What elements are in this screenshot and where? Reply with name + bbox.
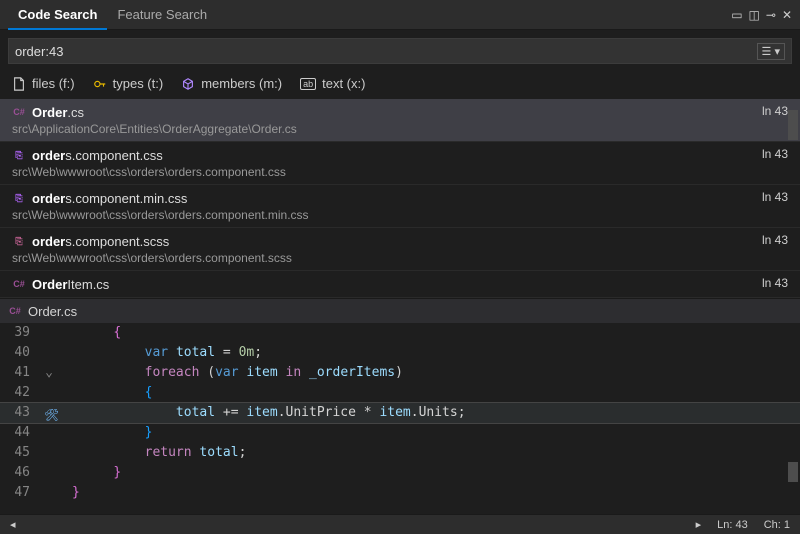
file-type-icon: C# — [12, 104, 26, 120]
lightbulb-icon[interactable]: 🛠 — [44, 405, 59, 425]
file-type-icon: ⎘ — [12, 147, 26, 163]
filter-files[interactable]: files (f:) — [12, 76, 75, 91]
result-filename: orders.component.min.css — [32, 191, 187, 206]
line-number: 43 — [0, 403, 40, 423]
result-path: src\Web\wwwroot\css\orders\orders.compon… — [12, 165, 286, 179]
code-line[interactable]: 39 { — [0, 323, 800, 343]
result-line: ln 43 — [762, 233, 788, 247]
code-line[interactable]: 45 return total; — [0, 443, 800, 463]
result-path: src\Web\wwwroot\css\orders\orders.compon… — [12, 251, 292, 265]
csharp-icon: C# — [8, 303, 22, 319]
result-filename: OrderItem.cs — [32, 277, 109, 292]
file-type-icon: C# — [12, 276, 26, 292]
result-item[interactable]: ⎘ orders.component.scss src\Web\wwwroot\cs… — [0, 228, 800, 271]
code-line[interactable]: 41⌄ foreach (var item in _orderItems) — [0, 363, 800, 383]
line-number: 45 — [0, 443, 40, 463]
code-line[interactable]: 47} — [0, 483, 800, 503]
line-number: 41 — [0, 363, 40, 383]
preview-header: C# Order.cs — [0, 298, 800, 323]
line-number: 39 — [0, 323, 40, 343]
line-number: 46 — [0, 463, 40, 483]
scroll-left-icon[interactable]: ◂ — [10, 518, 16, 531]
code-line[interactable]: 40 var total = 0m; — [0, 343, 800, 363]
tab-feature-search[interactable]: Feature Search — [107, 1, 217, 28]
code-preview[interactable]: 39 {40 var total = 0m;41⌄ foreach (var i… — [0, 323, 800, 503]
line-number: 42 — [0, 383, 40, 403]
result-item[interactable]: C# OrderItem.cs ln 43 — [0, 271, 800, 298]
code-line[interactable]: 43 total += item.UnitPrice * item.Units; — [0, 403, 800, 423]
search-input[interactable] — [15, 44, 757, 59]
fold-gutter[interactable]: ⌄ — [40, 363, 58, 383]
split-icon[interactable]: ◫ — [749, 8, 760, 22]
result-path: src\Web\wwwroot\css\orders\orders.compon… — [12, 208, 309, 222]
code-line[interactable]: 42 { — [0, 383, 800, 403]
code-line[interactable]: 46 } — [0, 463, 800, 483]
result-line: ln 43 — [762, 147, 788, 161]
status-line: Ln: 43 — [717, 519, 748, 531]
result-item[interactable]: C# Order.cs src\ApplicationCore\Entities\O… — [0, 99, 800, 142]
filter-text[interactable]: abtext (x:) — [300, 76, 365, 91]
file-type-icon: ⎘ — [12, 190, 26, 206]
results-list: C# Order.cs src\ApplicationCore\Entities\O… — [0, 99, 800, 298]
scroll-right-icon[interactable]: ▸ — [696, 518, 702, 531]
result-item[interactable]: ⎘ orders.component.min.css src\Web\wwwroot… — [0, 185, 800, 228]
result-line: ln 43 — [762, 276, 788, 290]
filter-members[interactable]: members (m:) — [181, 76, 282, 91]
pin-icon[interactable]: ⊸ — [766, 8, 776, 22]
status-bar: ◂ ▸ Ln: 43 Ch: 1 — [0, 514, 800, 534]
titlebar: Code SearchFeature Search ▭ ◫ ⊸ ✕ — [0, 0, 800, 30]
result-line: ln 43 — [762, 104, 788, 118]
line-number: 47 — [0, 483, 40, 503]
status-col: Ch: 1 — [764, 519, 790, 531]
result-filename: Order.cs — [32, 105, 84, 120]
result-path: src\ApplicationCore\Entities\OrderAggreg… — [12, 122, 297, 136]
window-controls: ▭ ◫ ⊸ ✕ — [731, 8, 792, 22]
close-icon[interactable]: ✕ — [782, 8, 792, 22]
file-type-icon: ⎘ — [12, 233, 26, 249]
vertical-scrollbar[interactable] — [788, 110, 798, 512]
tab-strip: Code SearchFeature Search — [8, 7, 217, 22]
search-options-dropdown[interactable]: ☰ ▾ — [757, 43, 785, 60]
preview-filename: Order.cs — [28, 304, 77, 319]
layout-icon[interactable]: ▭ — [731, 8, 742, 22]
result-item[interactable]: ⎘ orders.component.css src\Web\wwwroot\css… — [0, 142, 800, 185]
search-bar: ☰ ▾ — [8, 38, 792, 64]
line-number: 40 — [0, 343, 40, 363]
result-filename: orders.component.scss — [32, 234, 169, 249]
line-number: 44 — [0, 423, 40, 443]
code-line[interactable]: 44 } — [0, 423, 800, 443]
result-filename: orders.component.css — [32, 148, 163, 163]
result-line: ln 43 — [762, 190, 788, 204]
tab-code-search[interactable]: Code Search — [8, 1, 107, 30]
filter-row: files (f:) types (t:) members (m:) abtext (… — [0, 72, 800, 99]
filter-types[interactable]: types (t:) — [93, 76, 164, 91]
